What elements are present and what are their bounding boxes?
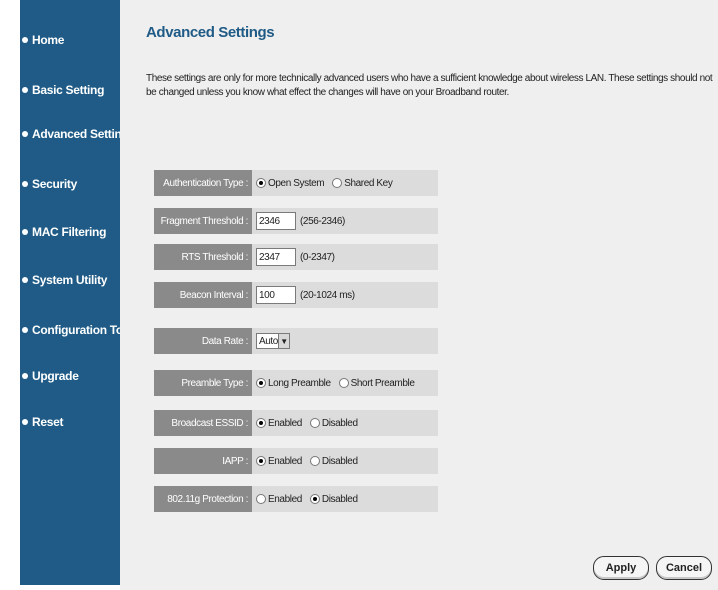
- sidebar-item-reset[interactable]: Reset: [20, 412, 120, 432]
- broadcast-essid-row: Broadcast ESSID : Enabled Disabled: [154, 410, 438, 436]
- radio-label: Enabled: [268, 455, 302, 467]
- broadcast-essid-value: Enabled Disabled: [252, 410, 438, 436]
- sidebar-item-label: Home: [32, 33, 65, 47]
- fragment-threshold-hint: (256-2346): [300, 215, 345, 227]
- broadcast-essid-label: Broadcast ESSID :: [154, 410, 252, 436]
- beacon-interval-input[interactable]: 100: [256, 286, 296, 304]
- data-rate-label: Data Rate :: [154, 328, 252, 354]
- radio-checked-icon: [256, 418, 266, 428]
- data-rate-row: Data Rate : Auto ▼: [154, 328, 438, 354]
- radio-checked-icon: [309, 494, 320, 504]
- fragment-threshold-row: Fragment Threshold : 2346 (256-2346): [154, 208, 438, 234]
- sidebar-item-advanced-setting[interactable]: Advanced Setting: [20, 124, 129, 144]
- radio-label: Disabled: [321, 455, 358, 467]
- sidebar-item-label: MAC Filtering: [32, 225, 107, 239]
- chevron-down-icon: ▼: [277, 334, 289, 348]
- preamble-type-row: Preamble Type : Long Preamble Short Prea…: [154, 370, 438, 396]
- bullet-icon: [22, 229, 28, 235]
- essid-disabled-radio[interactable]: Disabled: [309, 417, 358, 429]
- bullet-icon: [22, 87, 28, 93]
- sidebar-item-security[interactable]: Security: [20, 174, 120, 194]
- radio-unchecked-icon: [338, 378, 349, 388]
- sidebar-item-label: Advanced Setting: [32, 127, 129, 141]
- sidebar-item-label: Basic Setting: [32, 83, 105, 97]
- iapp-value: Enabled Disabled: [252, 448, 438, 474]
- auth-type-row: Authentication Type : Open System Shared…: [154, 170, 438, 196]
- bullet-icon: [22, 131, 28, 137]
- preamble-short-radio[interactable]: Short Preamble: [338, 377, 415, 389]
- protection-value: Enabled Disabled: [252, 486, 438, 512]
- sidebar-nav: Home Basic Setting Advanced Setting Secu…: [20, 0, 133, 585]
- sidebar-item-system-utility[interactable]: System Utility: [20, 270, 120, 290]
- fragment-threshold-value: 2346 (256-2346): [252, 208, 438, 234]
- protection-label: 802.11g Protection :: [154, 486, 252, 512]
- auth-type-value: Open System Shared Key: [252, 170, 438, 196]
- cancel-button[interactable]: Cancel: [656, 556, 712, 580]
- beacon-interval-label: Beacon Interval :: [154, 282, 252, 308]
- sidebar-item-label: Upgrade: [32, 369, 79, 383]
- iapp-disabled-radio[interactable]: Disabled: [309, 455, 358, 467]
- auth-shared-key-radio[interactable]: Shared Key: [332, 177, 393, 189]
- protection-enabled-radio[interactable]: Enabled: [256, 494, 302, 505]
- radio-label: Long Preamble: [268, 377, 331, 389]
- beacon-interval-value: 100 (20-1024 ms): [252, 282, 438, 308]
- radio-unchecked-icon: [256, 494, 266, 504]
- fragment-threshold-label: Fragment Threshold :: [154, 208, 252, 234]
- apply-button[interactable]: Apply: [593, 556, 649, 580]
- radio-label: Open System: [268, 177, 325, 189]
- data-rate-value: Auto ▼: [252, 328, 438, 354]
- beacon-interval-hint: (20-1024 ms): [300, 289, 355, 301]
- iapp-label: IAPP :: [154, 448, 252, 474]
- radio-checked-icon: [256, 456, 266, 466]
- radio-label: Shared Key: [344, 177, 393, 189]
- rts-threshold-label: RTS Threshold :: [154, 244, 252, 270]
- iapp-row: IAPP : Enabled Disabled: [154, 448, 438, 474]
- radio-checked-icon: [256, 178, 266, 188]
- sidebar-item-basic-setting[interactable]: Basic Setting: [20, 80, 120, 100]
- rts-threshold-input[interactable]: 2347: [256, 248, 296, 266]
- bullet-icon: [22, 181, 28, 187]
- sidebar-item-configuration-tool[interactable]: Configuration Tool: [20, 320, 133, 340]
- radio-label: Short Preamble: [350, 377, 415, 389]
- page-title: Advanced Settings: [146, 24, 275, 41]
- bullet-icon: [22, 277, 28, 283]
- radio-label: Enabled: [268, 493, 302, 505]
- page-description: These settings are only for more technic…: [146, 73, 713, 98]
- sidebar-item-home[interactable]: Home: [20, 30, 120, 50]
- sidebar-item-label: Security: [32, 177, 77, 191]
- fragment-threshold-input[interactable]: 2346: [256, 212, 296, 230]
- auth-open-system-radio[interactable]: Open System: [256, 177, 325, 189]
- sidebar-item-label: System Utility: [32, 273, 108, 287]
- sidebar-item-label: Configuration Tool: [32, 323, 134, 337]
- auth-type-label: Authentication Type :: [154, 170, 252, 196]
- radio-unchecked-icon: [332, 178, 343, 188]
- data-rate-selected: Auto: [259, 335, 278, 347]
- preamble-type-value: Long Preamble Short Preamble: [252, 370, 438, 396]
- radio-label: Disabled: [321, 417, 358, 429]
- radio-label: Enabled: [268, 417, 302, 429]
- beacon-interval-row: Beacon Interval : 100 (20-1024 ms): [154, 282, 438, 308]
- essid-enabled-radio[interactable]: Enabled: [256, 418, 302, 429]
- preamble-long-radio[interactable]: Long Preamble: [256, 378, 331, 389]
- rts-threshold-row: RTS Threshold : 2347 (0-2347): [154, 244, 438, 270]
- bullet-icon: [22, 327, 28, 333]
- sidebar-item-mac-filtering[interactable]: MAC Filtering: [20, 222, 120, 242]
- radio-checked-icon: [256, 378, 266, 388]
- radio-unchecked-icon: [309, 456, 320, 466]
- sidebar-item-upgrade[interactable]: Upgrade: [20, 366, 120, 386]
- rts-threshold-hint: (0-2347): [300, 251, 335, 263]
- iapp-enabled-radio[interactable]: Enabled: [256, 456, 302, 467]
- bullet-icon: [22, 373, 28, 379]
- sidebar-item-label: Reset: [32, 415, 64, 429]
- preamble-type-label: Preamble Type :: [154, 370, 252, 396]
- radio-label: Disabled: [321, 493, 358, 505]
- protection-row: 802.11g Protection : Enabled Disabled: [154, 486, 438, 512]
- radio-unchecked-icon: [309, 418, 320, 428]
- data-rate-select[interactable]: Auto ▼: [256, 333, 290, 349]
- bullet-icon: [22, 419, 28, 425]
- bullet-icon: [22, 37, 28, 43]
- protection-disabled-radio[interactable]: Disabled: [309, 493, 358, 505]
- rts-threshold-value: 2347 (0-2347): [252, 244, 438, 270]
